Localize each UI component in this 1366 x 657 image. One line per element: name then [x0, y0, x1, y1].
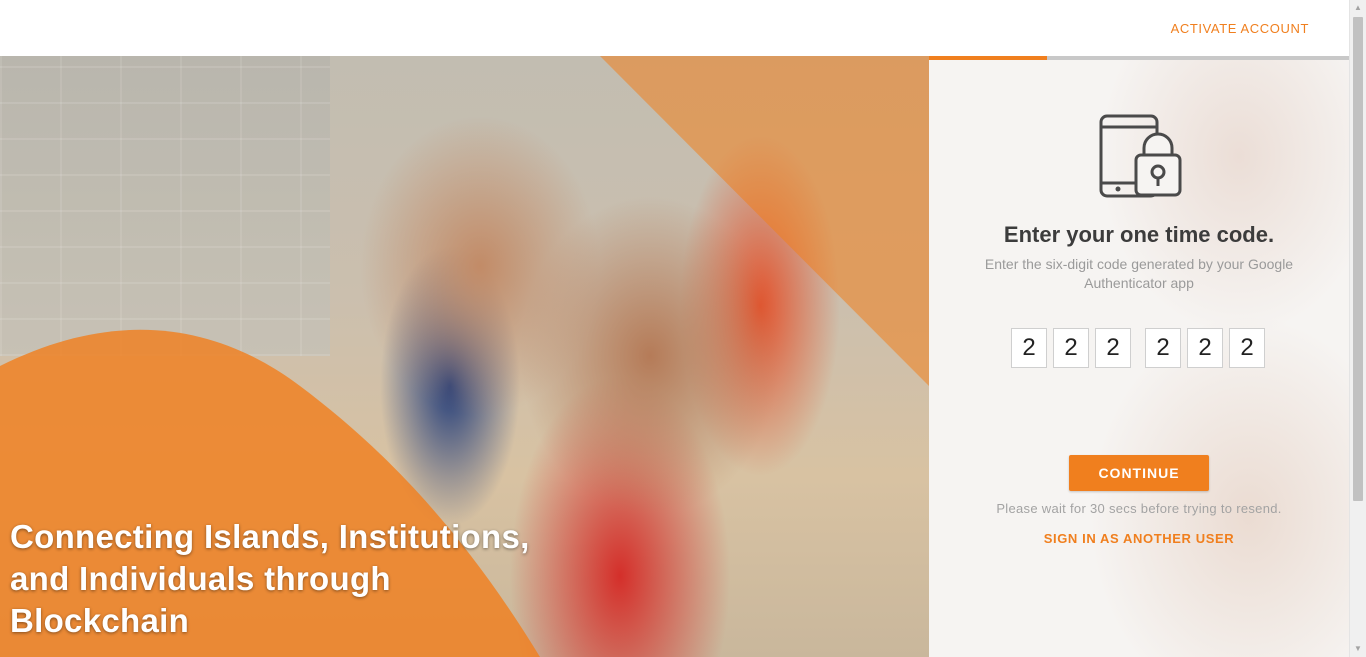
phone-lock-icon	[1099, 114, 1182, 198]
hero-tagline: Connecting Islands, Institutions, and In…	[10, 518, 530, 639]
hero-orange-triangle-top	[600, 56, 929, 386]
otp-digit-4[interactable]	[1145, 328, 1181, 368]
otp-digit-5[interactable]	[1187, 328, 1223, 368]
scroll-up-arrow-icon[interactable]: ▲	[1350, 0, 1366, 16]
page-scrollbar[interactable]: ▲ ▼	[1349, 0, 1366, 657]
otp-digit-2[interactable]	[1053, 328, 1089, 368]
top-header: ACTIVATE ACCOUNT	[0, 0, 1349, 56]
sign-in-another-user-link[interactable]: SIGN IN AS ANOTHER USER	[929, 531, 1349, 546]
scroll-down-arrow-icon[interactable]: ▼	[1350, 641, 1366, 657]
otp-digit-6[interactable]	[1229, 328, 1265, 368]
otp-digit-3[interactable]	[1095, 328, 1131, 368]
resend-wait-note: Please wait for 30 secs before trying to…	[996, 501, 1282, 516]
otp-panel: Enter your one time code. Enter the six-…	[929, 56, 1349, 657]
continue-button[interactable]: CONTINUE	[1069, 455, 1209, 491]
scrollbar-thumb[interactable]	[1353, 17, 1363, 501]
step-progress-bar	[929, 56, 1349, 60]
step-progress-fill	[929, 56, 1047, 60]
hero-image: Connecting Islands, Institutions, and In…	[0, 56, 929, 657]
otp-title: Enter your one time code.	[1003, 222, 1275, 247]
otp-digit-1[interactable]	[1011, 328, 1047, 368]
otp-subtitle: Enter the six-digit code generated by yo…	[984, 256, 1294, 291]
activate-account-link[interactable]: ACTIVATE ACCOUNT	[1171, 21, 1309, 36]
